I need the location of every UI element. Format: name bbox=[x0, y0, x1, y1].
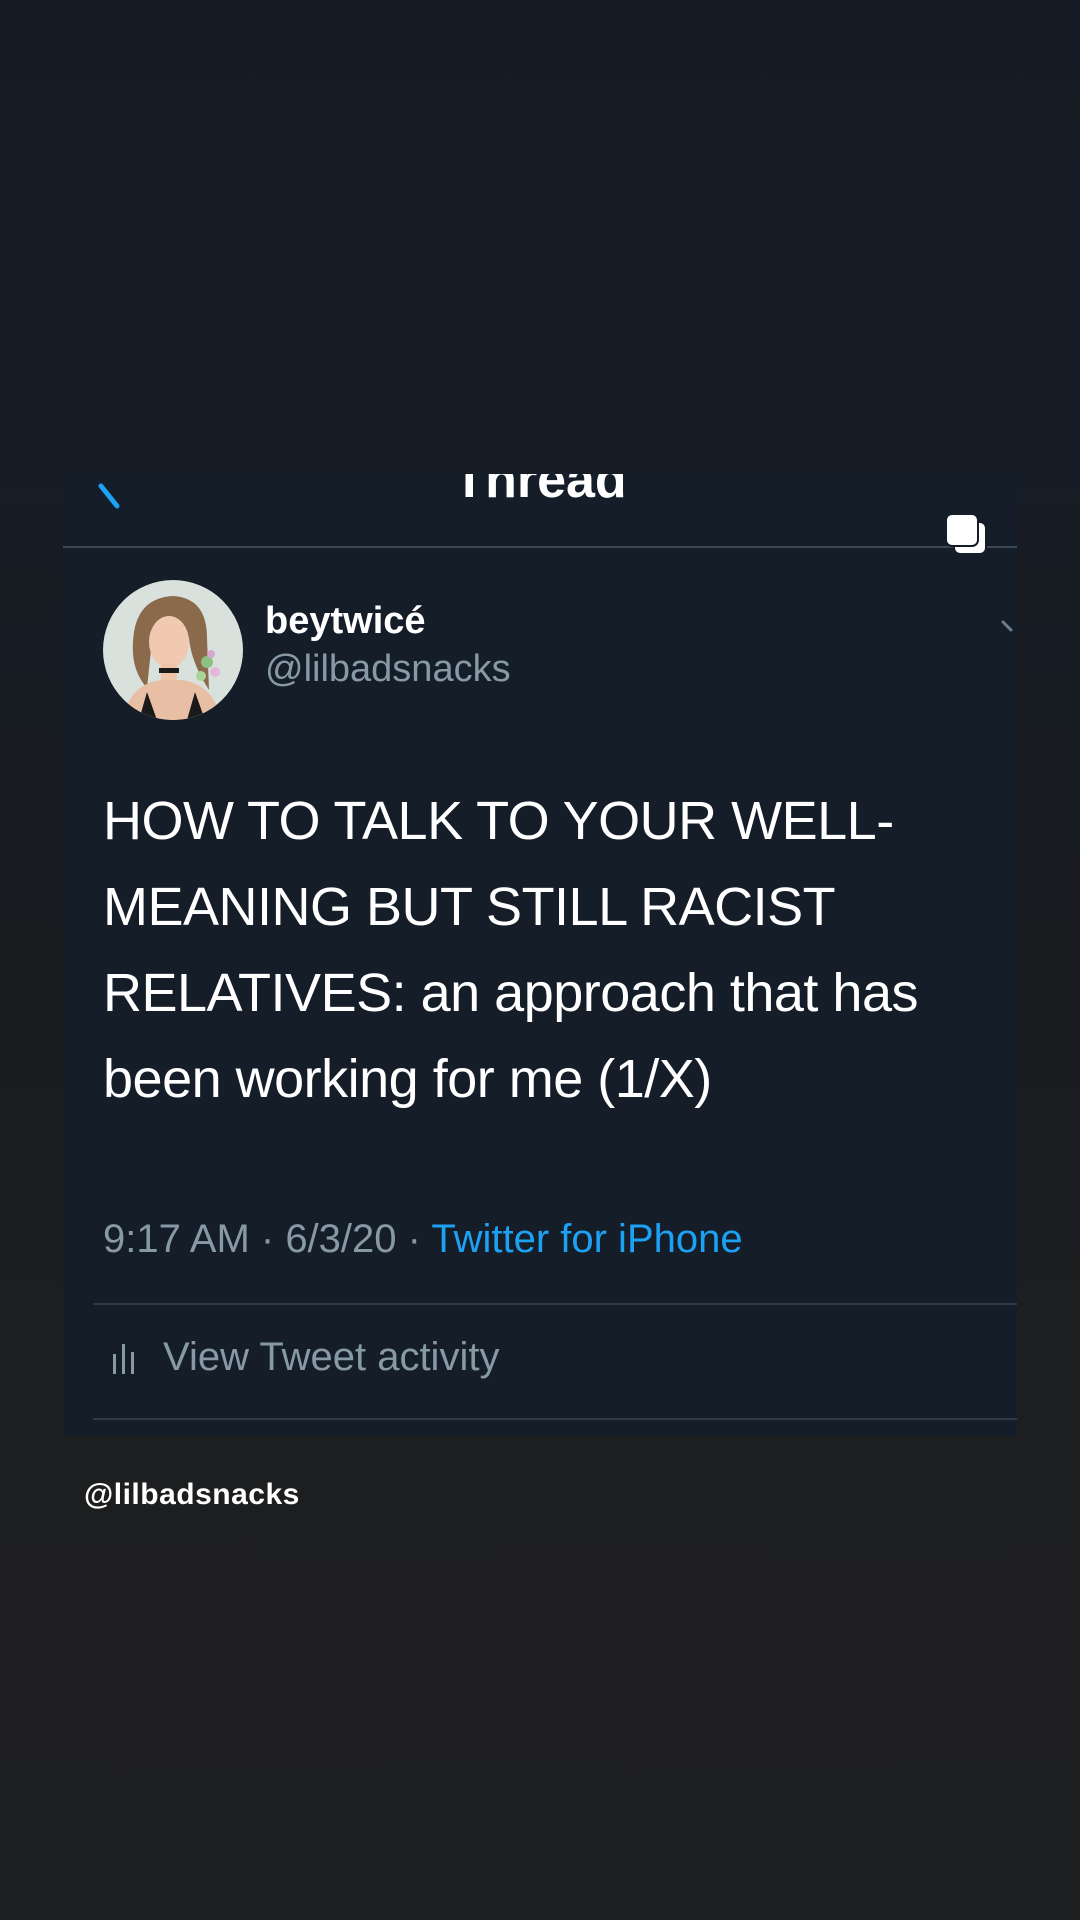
avatar-image bbox=[103, 580, 243, 720]
display-name[interactable]: beytwicé bbox=[265, 598, 426, 644]
tweet-time: 9:17 AM bbox=[103, 1217, 250, 1261]
watermark-handle: @lilbadsnacks bbox=[84, 1478, 300, 1511]
header-divider bbox=[63, 546, 1017, 548]
copy-icon[interactable] bbox=[944, 512, 988, 556]
bar-chart-icon[interactable] bbox=[111, 1340, 139, 1374]
avatar[interactable] bbox=[103, 580, 243, 720]
tweet-screenshot: Thread beytwicé @lilbadsnacks HOW TO TAL… bbox=[63, 474, 1017, 1436]
tweet-source-link[interactable]: Twitter for iPhone bbox=[431, 1217, 742, 1261]
tweet-meta: 9:17 AM · 6/3/20 · Twitter for iPhone bbox=[103, 1214, 743, 1264]
thread-header: Thread bbox=[63, 474, 1017, 548]
thread-title: Thread bbox=[453, 474, 627, 509]
tweet-date: 6/3/20 bbox=[285, 1217, 397, 1261]
meta-divider bbox=[93, 1303, 1017, 1305]
view-tweet-activity-link[interactable]: View Tweet activity bbox=[163, 1332, 499, 1382]
activity-divider bbox=[93, 1418, 1017, 1420]
chevron-down-icon[interactable] bbox=[1001, 616, 1017, 636]
tweet-text: HOW TO TALK TO YOUR WELL-MEANING BUT STI… bbox=[103, 791, 919, 1109]
meta-separator: · bbox=[396, 1217, 432, 1261]
meta-separator: · bbox=[249, 1217, 286, 1261]
user-handle[interactable]: @lilbadsnacks bbox=[265, 646, 511, 692]
